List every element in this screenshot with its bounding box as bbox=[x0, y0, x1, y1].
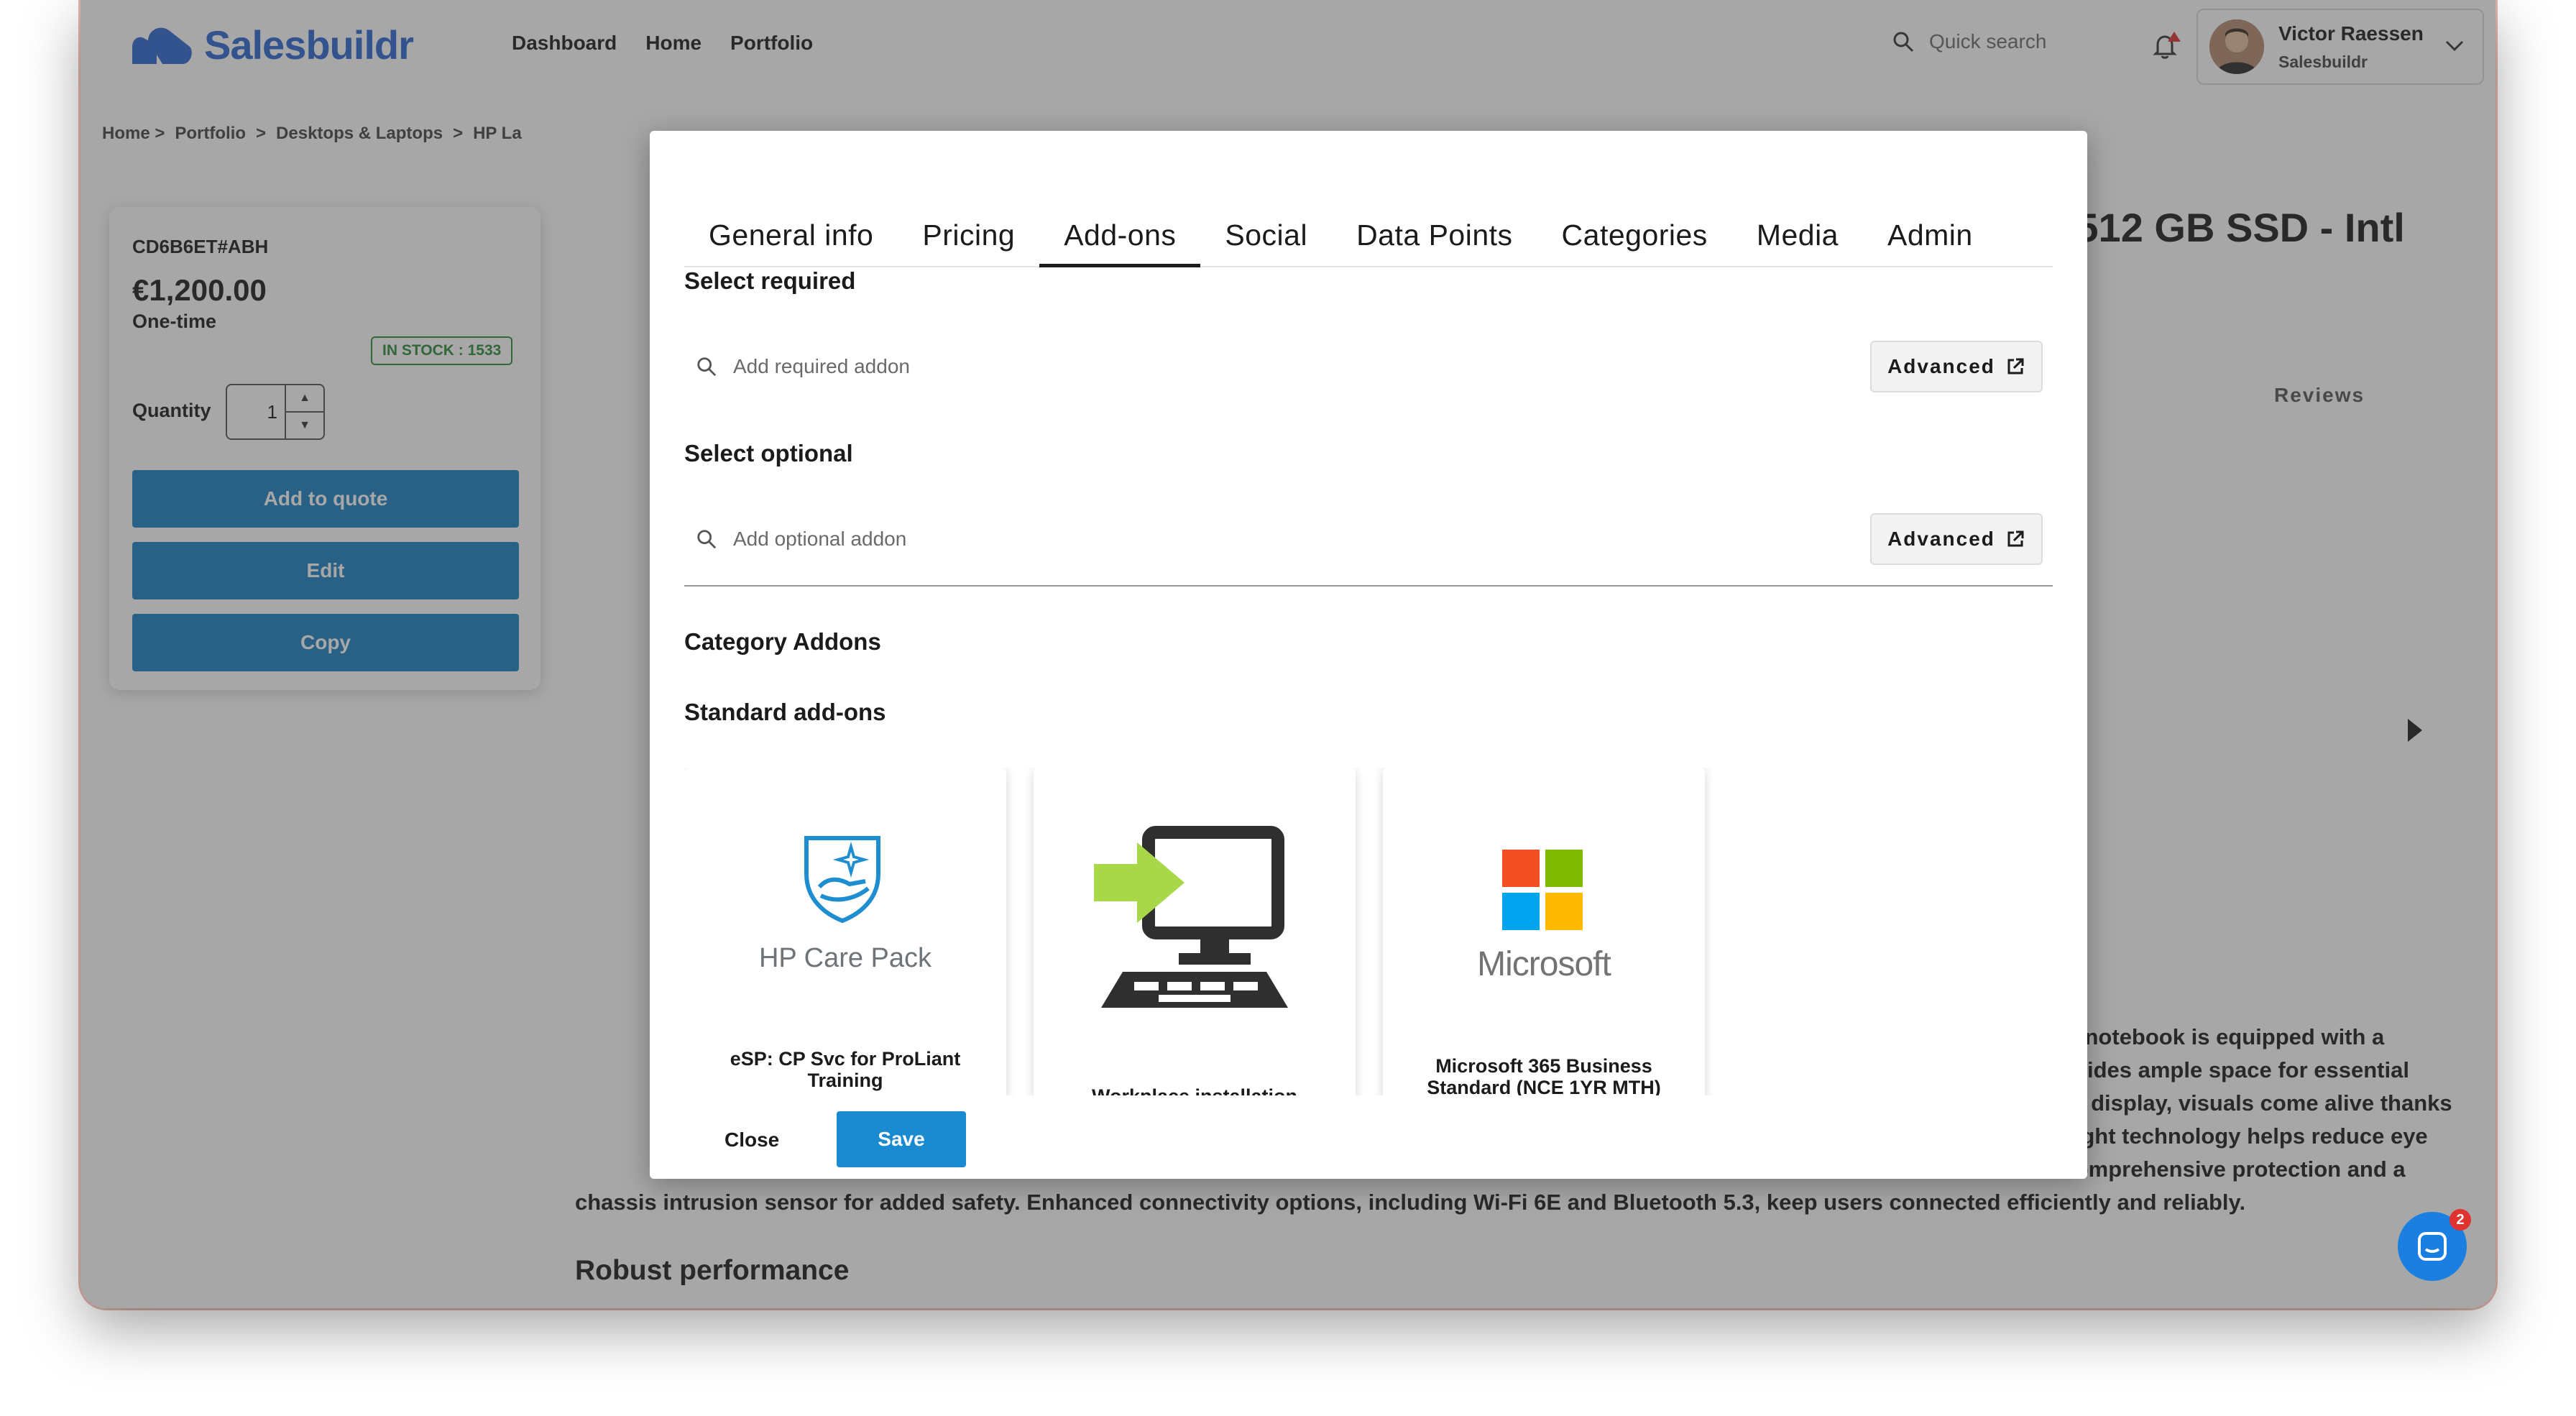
search-icon bbox=[697, 530, 717, 549]
standard-addons-list: HP Care Pack eSP: CP Svc for ProLiant Tr… bbox=[684, 768, 2053, 1095]
required-addon-search[interactable]: Add required addon Advanced bbox=[684, 339, 2053, 394]
close-button[interactable]: Close bbox=[724, 1128, 779, 1151]
microsoft-logo-text: Microsoft bbox=[1477, 945, 1611, 983]
microsoft-logo-icon bbox=[1502, 850, 1583, 930]
advanced-required-button[interactable]: Advanced bbox=[1870, 341, 2043, 392]
modal-tabs: General info Pricing Add-ons Social Data… bbox=[684, 204, 2053, 267]
required-addon-placeholder: Add required addon bbox=[733, 355, 910, 377]
tab-pricing[interactable]: Pricing bbox=[898, 204, 1039, 266]
tab-add-ons[interactable]: Add-ons bbox=[1039, 204, 1201, 267]
advanced-label: Advanced bbox=[1887, 528, 1995, 550]
select-required-heading: Select required bbox=[684, 267, 856, 294]
standard-addons-heading: Standard add-ons bbox=[684, 699, 886, 725]
category-addons-heading: Category Addons bbox=[684, 628, 881, 655]
hp-care-pack-logo-text: HP Care Pack bbox=[758, 943, 932, 973]
tab-media[interactable]: Media bbox=[1732, 204, 1863, 266]
chat-icon bbox=[2418, 1232, 2447, 1261]
edit-product-modal: General info Pricing Add-ons Social Data… bbox=[650, 131, 2087, 1179]
hp-care-pack-shield-icon bbox=[804, 836, 880, 924]
tab-data-points[interactable]: Data Points bbox=[1332, 204, 1537, 266]
select-optional-heading: Select optional bbox=[684, 440, 853, 466]
optional-addon-placeholder: Add optional addon bbox=[733, 528, 907, 550]
tab-general-info[interactable]: General info bbox=[684, 204, 898, 266]
addon-card-label: eSP: CP Svc for ProLiant Training bbox=[730, 1048, 961, 1091]
save-button[interactable]: Save bbox=[837, 1111, 966, 1167]
addon-card-label: Microsoft 365 Business Standard (NCE 1YR… bbox=[1427, 1055, 1661, 1095]
workplace-installation-icon bbox=[1094, 826, 1288, 1008]
tab-social[interactable]: Social bbox=[1200, 204, 1332, 266]
external-link-icon bbox=[2007, 358, 2024, 374]
optional-addon-search[interactable]: Add optional addon Advanced bbox=[684, 512, 2053, 566]
section-divider bbox=[684, 585, 2053, 587]
tab-categories[interactable]: Categories bbox=[1537, 204, 1732, 266]
tab-admin[interactable]: Admin bbox=[1863, 204, 1997, 266]
addon-card-microsoft-365[interactable]: Microsoft Microsoft 365 Business Standar… bbox=[1383, 768, 1705, 1095]
external-link-icon bbox=[2007, 530, 2024, 547]
addon-card-workplace-installation[interactable]: Workplace installation bbox=[1034, 768, 1356, 1095]
search-icon bbox=[697, 357, 717, 377]
addon-card-hp-care-pack[interactable]: HP Care Pack eSP: CP Svc for ProLiant Tr… bbox=[684, 768, 1006, 1095]
advanced-label: Advanced bbox=[1887, 355, 1995, 377]
app-window: Salesbuildr Dashboard Home Portfolio Qui… bbox=[80, 0, 2496, 1308]
chat-launcher-button[interactable]: 2 bbox=[2398, 1209, 2471, 1281]
advanced-optional-button[interactable]: Advanced bbox=[1870, 513, 2043, 565]
addon-card-label: Workplace installation bbox=[1048, 1085, 1341, 1095]
chat-unread-badge: 2 bbox=[2450, 1209, 2471, 1231]
